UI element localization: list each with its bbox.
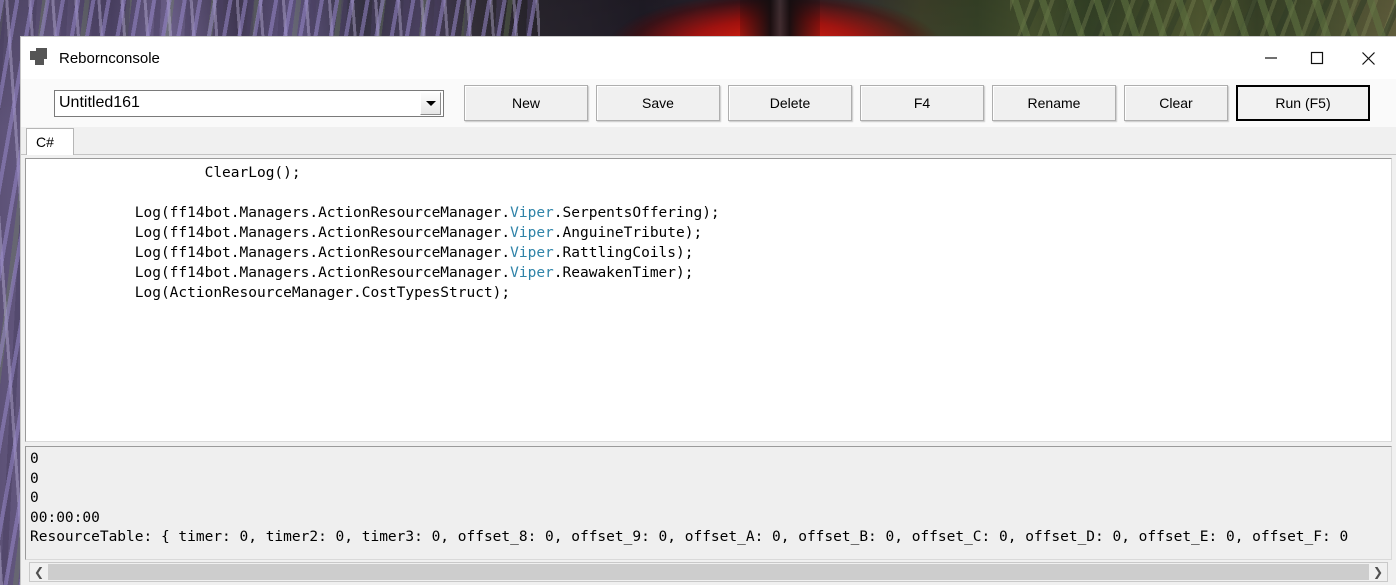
code-line: Log(ff14bot.Managers.ActionResourceManag…: [30, 223, 1391, 243]
code-token: Log(ff14bot.Managers.ActionResourceManag…: [30, 245, 510, 261]
code-token-type: Viper: [510, 265, 554, 281]
code-token: .RattlingCoils);: [554, 245, 694, 261]
output-line: ResourceTable: { timer: 0, timer2: 0, ti…: [30, 528, 1391, 548]
new-button[interactable]: New: [464, 85, 588, 121]
script-file-value: Untitled161: [55, 94, 420, 112]
code-line: ClearLog();: [30, 163, 1391, 183]
output-horizontal-scrollbar[interactable]: ❮ ❯: [29, 562, 1388, 582]
code-line: Log(ff14bot.Managers.ActionResourceManag…: [30, 203, 1391, 223]
output-pane[interactable]: 00000:00:00ResourceTable: { timer: 0, ti…: [25, 446, 1392, 560]
script-file-combobox[interactable]: Untitled161: [54, 90, 444, 117]
output-line: 0: [30, 450, 1391, 470]
code-line: Log(ActionResourceManager.CostTypesStruc…: [30, 283, 1391, 303]
chevron-left-icon[interactable]: ❮: [30, 563, 48, 581]
tab-csharp[interactable]: C#: [26, 128, 74, 155]
output-container: 00000:00:00ResourceTable: { timer: 0, ti…: [21, 444, 1396, 585]
app-icon: [30, 48, 50, 68]
output-line: 0: [30, 489, 1391, 509]
language-tabstrip: C#: [21, 127, 1396, 155]
code-token-type: Viper: [510, 245, 554, 261]
code-token: ClearLog();: [30, 165, 301, 181]
minimize-icon[interactable]: [1248, 37, 1294, 79]
code-line: [30, 183, 1391, 203]
window-title: Rebornconsole: [59, 50, 160, 67]
code-token: Log(ff14bot.Managers.ActionResourceManag…: [30, 225, 510, 241]
toolbar: Untitled161 New Save Delete F4 Rename Cl…: [21, 79, 1396, 127]
toolbar-buttons: New Save Delete F4 Rename Clear Run (F5): [460, 85, 1374, 121]
code-token: .ReawakenTimer);: [554, 265, 694, 281]
delete-button[interactable]: Delete: [728, 85, 852, 121]
run-button[interactable]: Run (F5): [1236, 85, 1370, 121]
output-line: 00:00:00: [30, 509, 1391, 529]
code-token-type: Viper: [510, 225, 554, 241]
code-token: .AnguineTribute);: [554, 225, 702, 241]
maximize-icon[interactable]: [1294, 37, 1340, 79]
code-token: .SerpentsOffering);: [554, 205, 720, 221]
scrollbar-thumb[interactable]: [48, 564, 1369, 580]
code-editor[interactable]: ClearLog(); Log(ff14bot.Managers.ActionR…: [25, 158, 1392, 442]
rename-button[interactable]: Rename: [992, 85, 1116, 121]
save-button[interactable]: Save: [596, 85, 720, 121]
code-token: Log(ff14bot.Managers.ActionResourceManag…: [30, 205, 510, 221]
chevron-down-icon[interactable]: [420, 92, 441, 115]
f4-button[interactable]: F4: [860, 85, 984, 121]
rebornconsole-window: Rebornconsole Untitled161 New Save Delet…: [20, 36, 1396, 585]
window-controls: [1248, 37, 1396, 79]
code-token: Log(ActionResourceManager.CostTypesStruc…: [30, 285, 510, 301]
clear-button[interactable]: Clear: [1124, 85, 1228, 121]
code-token: Log(ff14bot.Managers.ActionResourceManag…: [30, 265, 510, 281]
code-line: Log(ff14bot.Managers.ActionResourceManag…: [30, 263, 1391, 283]
code-editor-container: ClearLog(); Log(ff14bot.Managers.ActionR…: [21, 155, 1396, 444]
close-icon[interactable]: [1340, 37, 1396, 79]
chevron-right-icon[interactable]: ❯: [1369, 563, 1387, 581]
code-token-type: Viper: [510, 205, 554, 221]
output-line: 0: [30, 470, 1391, 490]
code-line: Log(ff14bot.Managers.ActionResourceManag…: [30, 243, 1391, 263]
window-titlebar[interactable]: Rebornconsole: [21, 37, 1396, 79]
